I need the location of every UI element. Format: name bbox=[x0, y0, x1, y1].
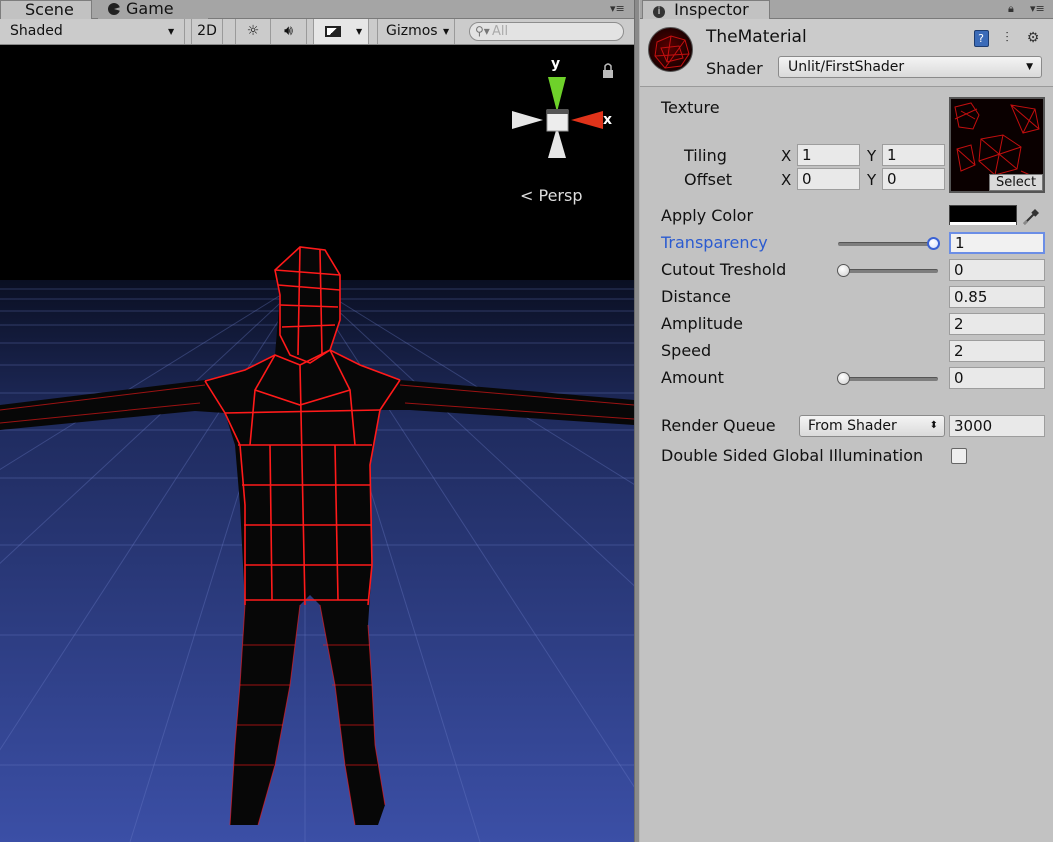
updown-arrow-icon: ⬍ bbox=[929, 420, 938, 431]
shader-label: Shader bbox=[706, 59, 763, 78]
amount-slider-track[interactable] bbox=[838, 377, 938, 381]
scene-tab-label: Scene bbox=[25, 0, 74, 19]
cutout-slider-knob[interactable] bbox=[837, 264, 850, 277]
gizmos-label: Gizmos bbox=[386, 23, 438, 39]
scene-render bbox=[0, 45, 634, 842]
scene-viewport[interactable]: y x < Persp bbox=[0, 45, 634, 842]
distance-field[interactable]: 0.85 bbox=[949, 286, 1045, 308]
render-queue-dropdown[interactable]: From Shader ⬍ bbox=[799, 415, 945, 437]
chevron-down-icon: ▼ bbox=[356, 27, 363, 36]
material-header: TheMaterial ? ⫶ ⚙ Shader Unlit/FirstShad… bbox=[640, 19, 1053, 87]
inspector-lock-icon[interactable]: 🔒︎ bbox=[1008, 2, 1014, 16]
chevron-down-icon: ▼ bbox=[168, 27, 175, 36]
tiling-y-field[interactable]: 1 bbox=[882, 144, 945, 166]
chevron-left-icon: < bbox=[520, 186, 534, 205]
amplitude-label: Amplitude bbox=[661, 314, 743, 333]
search-icon: ⚲▾ bbox=[475, 24, 490, 38]
tab-inspector[interactable]: i Inspector bbox=[642, 0, 770, 19]
preset-sliders-icon[interactable]: ⫶ bbox=[998, 29, 1016, 47]
eyedropper-icon[interactable] bbox=[1021, 205, 1043, 227]
shader-dropdown[interactable]: Unlit/FirstShader ▼ bbox=[778, 56, 1042, 78]
gizmo-y-label: y bbox=[551, 56, 561, 72]
texture-label: Texture bbox=[661, 98, 720, 117]
offset-x-field[interactable]: 0 bbox=[797, 168, 860, 190]
tiling-x-field[interactable]: 1 bbox=[797, 144, 860, 166]
tab-scene[interactable]: Scene bbox=[0, 0, 92, 19]
gear-icon[interactable]: ⚙ bbox=[1024, 29, 1042, 47]
help-book-icon[interactable]: ? bbox=[972, 29, 990, 47]
tiling-label: Tiling bbox=[684, 146, 727, 165]
lighting-toggle-button[interactable]: ☼ bbox=[235, 19, 271, 44]
chevron-down-icon: ▼ bbox=[1026, 62, 1033, 72]
audio-toggle-button[interactable]: 🔊︎ bbox=[271, 19, 307, 44]
material-preview bbox=[648, 27, 693, 72]
inspector-tabbar: i Inspector 🔒︎ ▾≡ bbox=[640, 0, 1053, 19]
image-icon bbox=[325, 26, 341, 37]
inspector-tab-label: Inspector bbox=[674, 0, 749, 19]
cutout-threshold-label: Cutout Treshold bbox=[661, 260, 787, 279]
amount-field[interactable]: 0 bbox=[949, 367, 1045, 389]
offset-x-axis: X bbox=[781, 171, 792, 189]
shading-mode-dropdown[interactable]: Shaded ▼ bbox=[0, 19, 185, 44]
speed-field[interactable]: 2 bbox=[949, 340, 1045, 362]
panel-menu-icon[interactable]: ▾≡ bbox=[610, 2, 625, 15]
cutout-slider-track[interactable] bbox=[838, 269, 938, 273]
transparency-slider-track[interactable] bbox=[838, 242, 938, 246]
projection-label: Persp bbox=[538, 186, 583, 205]
scene-toolbar: Shaded ▼ 2D ☼ 🔊︎ ▼ Gizmos ▼ ⚲▾ All bbox=[0, 19, 634, 45]
texture-select-button[interactable]: Select bbox=[989, 174, 1043, 191]
render-queue-label: Render Queue bbox=[661, 416, 776, 435]
offset-y-axis: Y bbox=[867, 171, 877, 189]
cutout-threshold-field[interactable]: 0 bbox=[949, 259, 1045, 281]
sun-icon: ☼ bbox=[246, 23, 260, 39]
amount-label: Amount bbox=[661, 368, 724, 387]
render-queue-mode: From Shader bbox=[808, 418, 897, 434]
transparency-label: Transparency bbox=[661, 233, 768, 252]
gizmo-x-label: x bbox=[603, 112, 613, 128]
scene-search-input[interactable]: ⚲▾ All bbox=[469, 22, 624, 41]
scene-tabbar: Scene Game ▾≡ bbox=[0, 0, 634, 19]
shading-mode-label: Shaded bbox=[10, 23, 63, 39]
2d-label: 2D bbox=[197, 23, 217, 39]
effects-dropdown[interactable]: ▼ bbox=[313, 19, 369, 44]
speed-label: Speed bbox=[661, 341, 712, 360]
amount-slider-knob[interactable] bbox=[837, 372, 850, 385]
amplitude-field[interactable]: 2 bbox=[949, 313, 1045, 335]
scene-panel: Scene Game ▾≡ Shaded ▼ 2D ☼ 🔊︎ ▼ Gizmos … bbox=[0, 0, 634, 842]
chevron-down-icon: ▼ bbox=[443, 27, 450, 36]
texture-thumbnail[interactable]: Select bbox=[949, 97, 1045, 193]
render-queue-field[interactable]: 3000 bbox=[949, 415, 1045, 437]
transparency-field[interactable]: 1 bbox=[949, 232, 1045, 254]
game-tab-label: Game bbox=[126, 0, 174, 18]
tiling-y-axis: Y bbox=[867, 147, 877, 165]
double-sided-gi-label: Double Sided Global Illumination bbox=[661, 446, 924, 465]
speaker-icon: 🔊︎ bbox=[284, 23, 293, 39]
tiling-x-axis: X bbox=[781, 147, 792, 165]
material-name: TheMaterial bbox=[706, 27, 807, 47]
transparency-slider-knob[interactable] bbox=[927, 237, 940, 250]
distance-label: Distance bbox=[661, 287, 731, 306]
pacman-icon bbox=[108, 3, 120, 15]
info-icon: i bbox=[653, 6, 665, 18]
search-placeholder: All bbox=[492, 24, 509, 39]
apply-color-label: Apply Color bbox=[661, 206, 754, 225]
inspector-panel: i Inspector 🔒︎ ▾≡ TheMaterial ? ⫶ ⚙ Shad… bbox=[640, 0, 1053, 842]
shader-value: Unlit/FirstShader bbox=[788, 59, 905, 75]
2d-toggle-button[interactable]: 2D bbox=[191, 19, 223, 44]
apply-color-swatch[interactable] bbox=[949, 205, 1017, 225]
offset-label: Offset bbox=[684, 170, 733, 189]
wireframe-preview-icon bbox=[654, 35, 690, 69]
panel-menu-icon[interactable]: ▾≡ bbox=[1030, 2, 1045, 15]
offset-y-field[interactable]: 0 bbox=[882, 168, 945, 190]
projection-toggle[interactable]: < Persp bbox=[520, 186, 583, 205]
gizmos-dropdown[interactable]: Gizmos ▼ bbox=[377, 19, 455, 44]
double-sided-gi-checkbox[interactable] bbox=[951, 448, 967, 464]
tab-game[interactable]: Game bbox=[98, 0, 208, 19]
eyedropper-svg bbox=[1022, 209, 1039, 226]
